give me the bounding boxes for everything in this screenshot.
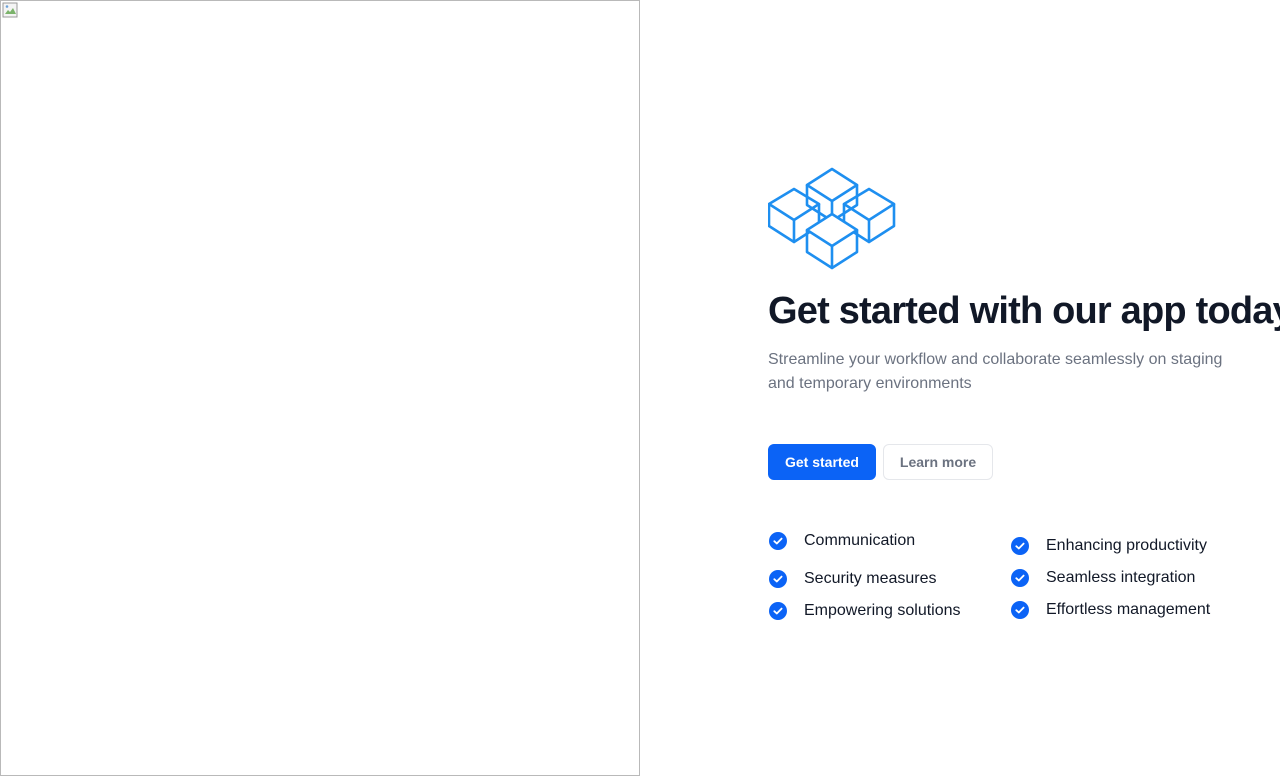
feature-item: Communication <box>768 525 1010 557</box>
feature-label: Enhancing productivity <box>1046 537 1207 554</box>
feature-label: Seamless integration <box>1046 569 1196 586</box>
feature-item: Effortless management <box>1010 594 1250 626</box>
learn-more-button[interactable]: Learn more <box>882 444 994 480</box>
check-circle-icon <box>1011 537 1029 555</box>
feature-item: Seamless integration <box>1010 562 1250 594</box>
get-started-button[interactable]: Get started <box>768 444 876 480</box>
check-circle-icon <box>769 570 787 588</box>
page: Get started with our app today Streamlin… <box>0 0 1280 776</box>
page-subtitle: Streamline your workflow and collaborate… <box>768 351 1223 392</box>
feature-list: Communication Security measures Empoweri… <box>768 530 1248 627</box>
feature-item: Empowering solutions <box>768 595 1010 627</box>
feature-item: Security measures <box>768 563 1010 595</box>
check-circle-icon <box>769 532 787 550</box>
feature-label: Security measures <box>804 570 937 587</box>
page-title: Get started with our app today <box>768 290 1280 332</box>
check-circle-icon <box>1011 601 1029 619</box>
cubes-logo-icon <box>768 167 896 270</box>
feature-item: Enhancing productivity <box>1010 530 1250 562</box>
check-circle-icon <box>769 602 787 620</box>
feature-column-right: Enhancing productivity Seamless integrat… <box>1010 530 1250 627</box>
hero-content: Get started with our app today Streamlin… <box>768 164 1280 627</box>
broken-image-icon <box>2 2 18 18</box>
feature-label: Effortless management <box>1046 601 1211 618</box>
feature-label: Empowering solutions <box>804 602 961 619</box>
feature-label: Communication <box>804 532 916 549</box>
check-circle-icon <box>1011 569 1029 587</box>
feature-column-left: Communication Security measures Empoweri… <box>768 530 1010 627</box>
hero-image <box>0 0 640 776</box>
hero-actions: Get started Learn more <box>768 444 1248 480</box>
